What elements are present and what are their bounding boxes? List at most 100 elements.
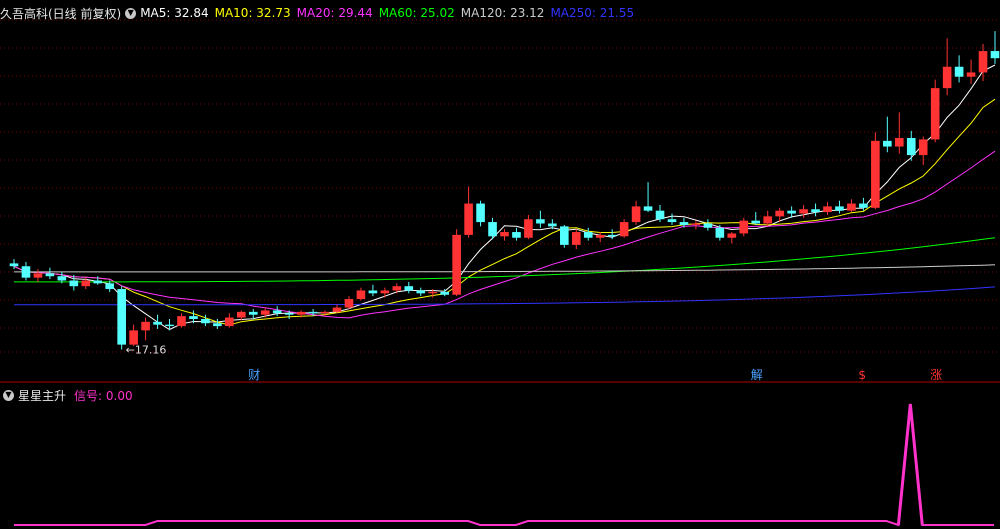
candle-body xyxy=(284,313,294,315)
candle-body xyxy=(894,138,904,147)
candle-body xyxy=(201,318,210,324)
candle xyxy=(213,318,222,329)
candle-body xyxy=(404,286,414,291)
candle-body xyxy=(715,227,725,238)
candle-body xyxy=(356,290,366,300)
candle xyxy=(727,232,737,244)
candle xyxy=(607,229,617,240)
candle-body xyxy=(81,280,91,287)
ma120-line xyxy=(14,264,996,273)
candle xyxy=(440,289,449,297)
candle-body xyxy=(775,210,784,217)
candle xyxy=(117,286,126,350)
candle xyxy=(954,55,964,83)
event-marker: 财 xyxy=(248,368,260,382)
candle-body xyxy=(57,276,67,281)
candle-body xyxy=(332,307,342,312)
candle xyxy=(356,287,366,301)
indicator-pane[interactable] xyxy=(0,384,1000,529)
candle-body xyxy=(595,234,605,238)
candle xyxy=(906,130,916,161)
ma5-line xyxy=(13,64,996,331)
candle xyxy=(165,318,174,331)
candle xyxy=(918,136,928,166)
candle xyxy=(739,217,749,237)
candle xyxy=(847,199,856,213)
candle-body xyxy=(213,323,222,327)
ma10-label: MA10: 32.73 xyxy=(214,6,291,20)
candle-body xyxy=(739,220,749,234)
candle xyxy=(966,59,976,84)
candle-body xyxy=(308,311,318,314)
candle-body xyxy=(153,321,162,325)
candle-body xyxy=(512,232,521,238)
candle xyxy=(416,287,426,297)
stock-title: 久吾高科(日线 前复权) xyxy=(0,6,122,21)
event-marker: 解 xyxy=(751,368,763,382)
candle-body xyxy=(799,209,808,214)
candle-body xyxy=(787,210,796,214)
candle-body xyxy=(823,206,832,213)
candle xyxy=(536,210,545,228)
candle-body xyxy=(679,222,689,225)
candle xyxy=(835,200,844,214)
candle xyxy=(930,79,940,143)
candle xyxy=(404,281,414,294)
event-marker: $ xyxy=(858,368,866,382)
candle xyxy=(990,31,1000,64)
candle-body xyxy=(583,232,593,238)
candle xyxy=(691,220,701,230)
candle xyxy=(260,307,270,318)
signal-spike xyxy=(896,403,924,526)
candle xyxy=(560,224,569,248)
candle xyxy=(500,229,509,241)
candle-body xyxy=(320,311,330,314)
candle xyxy=(871,132,880,210)
candle-body xyxy=(344,299,354,308)
candle xyxy=(823,202,832,215)
candle-body xyxy=(416,290,426,294)
price-chart-canvas[interactable]: ←17.16 财 解 $ 涨 xyxy=(0,0,1000,383)
candle-body xyxy=(871,140,880,208)
candle-body xyxy=(524,219,533,238)
candle-body xyxy=(177,316,186,327)
candle-body xyxy=(296,311,306,315)
candle-body xyxy=(751,220,761,224)
signal-label: 信号: 0.00 xyxy=(74,388,133,403)
candle xyxy=(571,229,581,250)
chevron-down-icon[interactable]: ▼ xyxy=(125,7,137,19)
indicator-canvas[interactable] xyxy=(0,384,1000,529)
candle-body xyxy=(883,140,892,147)
candle-body xyxy=(500,232,509,237)
candle xyxy=(631,200,641,225)
chevron-down-icon[interactable]: ▼ xyxy=(3,389,14,401)
candle-body xyxy=(643,206,653,211)
candle-body xyxy=(942,66,952,89)
candle xyxy=(751,212,761,225)
candle xyxy=(942,38,952,96)
low-price-label: ←17.16 xyxy=(126,343,167,356)
event-marker: 涨 xyxy=(930,367,942,382)
ma250-label: MA250: 21.55 xyxy=(550,6,635,20)
candle xyxy=(45,267,55,280)
price-chart-pane[interactable]: ←17.16 财 解 $ 涨 xyxy=(0,0,1000,383)
candle xyxy=(883,116,892,153)
candle-body xyxy=(117,289,126,345)
candle-body xyxy=(835,206,844,211)
candle-body xyxy=(440,291,449,295)
candle-body xyxy=(811,209,820,213)
candle-body xyxy=(607,234,617,237)
ma5-label: MA5: 32.84 xyxy=(140,6,209,20)
candle xyxy=(583,227,593,241)
candle xyxy=(21,261,31,281)
candle-body xyxy=(763,216,773,224)
candle xyxy=(488,217,497,240)
candle xyxy=(380,287,390,298)
candle xyxy=(548,219,557,230)
candle xyxy=(667,213,677,225)
candle-body xyxy=(45,273,55,277)
candle xyxy=(141,317,150,341)
candle xyxy=(464,186,473,238)
ma10-line xyxy=(13,98,996,326)
candle-body xyxy=(990,51,1000,59)
